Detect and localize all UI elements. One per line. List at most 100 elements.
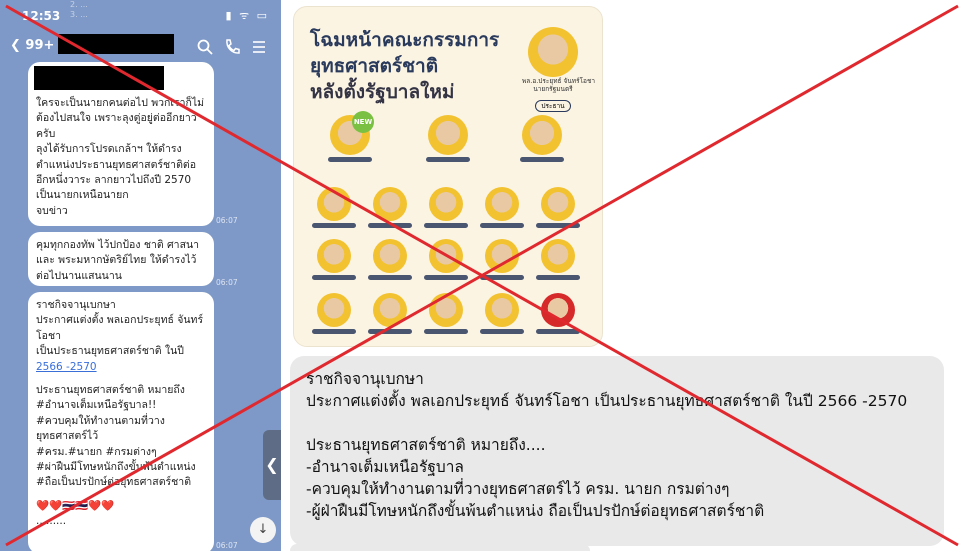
side-panel-handle[interactable]: ❮ <box>263 430 281 500</box>
bubble-line: ตำแหน่งประธานยุทธศาสตร์ชาติต่อ <box>36 158 197 171</box>
poster-subtitle: หลังตั้งรัฐบาลใหม่ <box>310 81 455 103</box>
portrait-photo <box>541 239 575 273</box>
message-line: -อำนาจเต็มเหนือรัฐบาล <box>306 458 464 476</box>
bubble-line: ต้องไปสนใจ เพราะลุงตู่อยู่ต่ออีกยาว <box>36 112 197 125</box>
chairman-role: นายกรัฐมนตรี <box>533 85 573 93</box>
member-portrait <box>532 239 584 280</box>
portrait-photo <box>317 293 351 327</box>
message-timestamp: 06:07 <box>216 278 238 287</box>
ellipsis-line: ......... <box>36 515 67 528</box>
committee-poster-image: โฉมหน้าคณะกรรมการ ยุทธศาสตร์ชาติ หลังตั้… <box>293 6 603 347</box>
message-line: -ผู้ฝ่าฝืนมีโทษหนักถึงขั้นพ้นตำแหน่ง ถือ… <box>306 502 765 520</box>
screenshot-root: 12:53 2. ... 3. ... ▮ ᯤ ▭ ❮ 99+ ใครจะเป็… <box>0 0 964 551</box>
chairman-tag: ประธาน <box>535 100 571 112</box>
bubble-line: ประธานยุทธศาสตร์ชาติ หมายถึง <box>36 384 185 397</box>
new-badge: NEW <box>352 111 374 133</box>
member-portrait <box>532 293 584 334</box>
member-portrait <box>532 187 584 228</box>
ghost-overlay-text: 2. ... 3. ... <box>70 0 88 19</box>
bubble-line: เป็นนายกเหนือนายก <box>36 189 129 202</box>
main-message-bubble[interactable]: ราชกิจจานุเบกษา ประกาศแต่งตั้ง พลเอกประย… <box>290 356 944 546</box>
chat-bubble[interactable]: ใครจะเป็นนายกคนต่อไป พวกเราก็ไม่ ต้องไปส… <box>28 62 214 226</box>
status-time: 12:53 <box>22 9 61 23</box>
search-icon[interactable] <box>196 38 214 56</box>
bubble-line: เป็นประธานยุทธศาสตร์ชาติ ในปี <box>36 345 184 358</box>
member-portrait <box>420 239 472 280</box>
bubble-line: ยุทธศาสตร์ไว้ <box>36 430 99 443</box>
chat-bubble[interactable]: ราชกิจจานุเบกษา ประกาศแต่งตั้ง พลเอกประย… <box>28 292 214 551</box>
portrait-photo <box>485 239 519 273</box>
hashtag-line: #ผ่าฝืนมีโทษหนักถึงขั้นพ้นตำแหน่ง <box>36 461 196 474</box>
hashtag-line: #อำนาจเต็มเหนือรัฐบาล!! <box>36 399 157 412</box>
status-icons: ▮ ᯤ ▭ <box>225 9 269 22</box>
message-line: ประกาศแต่งตั้ง พลเอกประยุทธ์ จันทร์โอชา … <box>306 392 908 410</box>
bubble-line: จบข่าว <box>36 204 68 217</box>
bubble-line: โอชา <box>36 329 61 342</box>
member-portrait <box>308 187 360 228</box>
chairman-name: พล.อ.ประยุทธ์ จันทร์โอชา <box>522 77 596 85</box>
bubble-line: อีกหนึ่งวาระ ลากยาวไปถึงปี 2570 <box>36 174 192 187</box>
chairman-portrait: พล.อ.ประยุทธ์ จันทร์โอชา นายกรัฐมนตรี ปร… <box>522 27 596 112</box>
portrait-photo <box>541 293 575 327</box>
member-portrait: NEW <box>324 111 376 162</box>
emoji-line: ❤️❤️🇹🇭🇹🇭❤️❤️ <box>36 499 115 512</box>
member-portrait <box>364 293 416 334</box>
member-portrait <box>364 187 416 228</box>
bubble-line: ใครจะเป็นนายกคนต่อไป พวกเราก็ไม่ <box>36 97 205 109</box>
member-portrait <box>420 293 472 334</box>
chat-header: ❮ 99+ <box>0 30 281 64</box>
portrait-photo <box>373 187 407 221</box>
portrait-photo <box>429 293 463 327</box>
redacted-sender <box>34 66 164 90</box>
portrait-photo <box>485 187 519 221</box>
poster-title: โฉมหน้าคณะกรรมการ ยุทธศาสตร์ชาติ หลังตั้… <box>310 27 499 105</box>
poster-title-line: ยุทธศาสตร์ชาติ <box>310 55 439 77</box>
member-portrait <box>308 239 360 280</box>
member-portrait <box>420 187 472 228</box>
portrait-photo <box>485 293 519 327</box>
hashtag-line: #ครม.#นายก #กรมต่างๆ <box>36 445 157 458</box>
member-portrait <box>476 187 528 228</box>
bubble-line: ลุงได้รับการโปรดเกล้าฯ ให้ดำรง <box>36 143 182 156</box>
bubble-line: และ พระมหากษัตริย์ไทย ให้ดำรงไว้ <box>36 254 197 267</box>
bubble-link[interactable]: 2566 -2570 <box>36 360 206 375</box>
portrait-photo <box>373 293 407 327</box>
portrait-photo <box>429 187 463 221</box>
portrait-photo <box>541 187 575 221</box>
next-message-bubble <box>290 544 590 551</box>
back-button[interactable]: ❮ 99+ <box>10 38 54 53</box>
unread-count: 99+ <box>25 38 55 53</box>
hashtag-line: #ถือเป็นปรปักษ์ต่อยุทธศาสตร์ชาติ <box>36 476 192 489</box>
menu-icon[interactable] <box>250 38 268 56</box>
portrait-photo <box>428 115 468 155</box>
poster-title-line: โฉมหน้าคณะกรรมการ <box>310 29 500 51</box>
member-portrait <box>516 115 568 162</box>
portrait-photo <box>317 187 351 221</box>
member-portrait <box>422 115 474 162</box>
bubble-line: ครับ <box>36 127 56 140</box>
chat-phone-panel: 12:53 2. ... 3. ... ▮ ᯤ ▭ ❮ 99+ ใครจะเป็… <box>0 0 281 551</box>
member-portrait <box>476 239 528 280</box>
portrait-photo <box>522 115 562 155</box>
bubble-line: ต่อไปนานแสนนาน <box>36 269 122 282</box>
phone-icon[interactable] <box>223 38 241 56</box>
member-portrait <box>476 293 528 334</box>
message-line: ประธานยุทธศาสตร์ชาติ หมายถึง.... <box>306 436 546 454</box>
portrait-photo <box>317 239 351 273</box>
portrait-photo <box>429 239 463 273</box>
chat-bubble[interactable]: คุมทุกกองทัพ ไว้ปกป้อง ชาติ ศาสนา และ พร… <box>28 232 214 286</box>
scroll-down-button[interactable]: ↓ <box>250 517 276 543</box>
bubble-line: ราชกิจจานุเบกษา <box>36 299 116 311</box>
message-timestamp: 06:07 <box>216 541 238 550</box>
message-line: -ควบคุมให้ทำงานตามที่วางยุทธศาสตร์ไว้ คร… <box>306 480 730 498</box>
status-bar: 12:53 2. ... 3. ... ▮ ᯤ ▭ <box>0 0 281 30</box>
portrait-photo <box>528 27 578 77</box>
member-portrait <box>308 293 360 334</box>
redacted-contact-name <box>58 34 174 54</box>
member-portrait <box>364 239 416 280</box>
portrait-photo <box>373 239 407 273</box>
bubble-line: ประกาศแต่งตั้ง พลเอกประยุทธ์ จันทร์ <box>36 314 204 327</box>
hashtag-line: #ควบคุมให้ทำงานตามที่วาง <box>36 414 165 427</box>
bubble-line: คุมทุกกองทัพ ไว้ปกป้อง ชาติ ศาสนา <box>36 239 200 251</box>
